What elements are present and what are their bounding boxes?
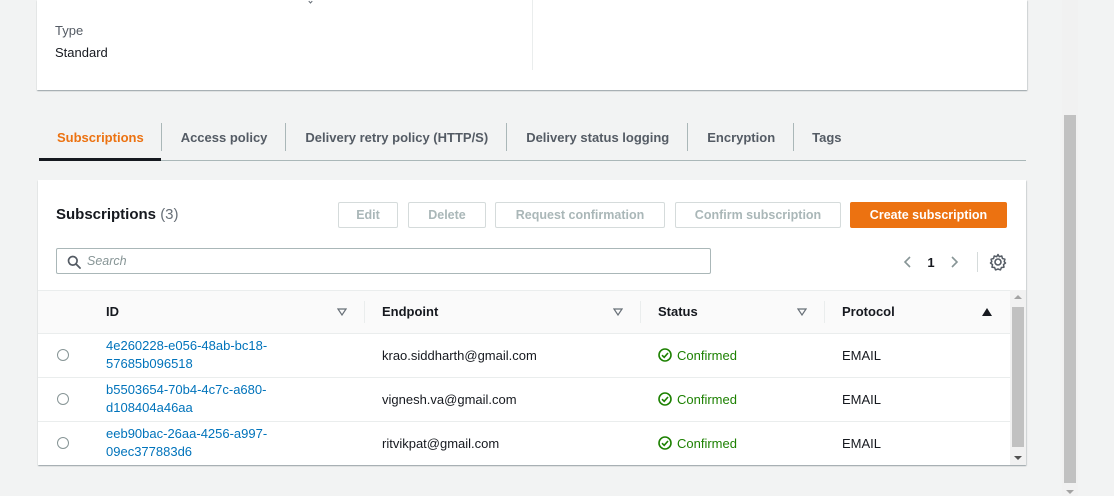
tab-label: Encryption bbox=[707, 129, 776, 145]
type-label: Type bbox=[55, 23, 84, 38]
pagination: 1 bbox=[896, 250, 966, 274]
tab-tags[interactable]: Tags bbox=[794, 114, 859, 160]
table-scrollbar[interactable] bbox=[1010, 290, 1026, 465]
delete-button[interactable]: Delete bbox=[408, 202, 486, 228]
row-select-radio[interactable] bbox=[57, 392, 69, 405]
scroll-up-arrow[interactable] bbox=[1014, 295, 1022, 299]
topic-details-card: Type Standard bbox=[37, 0, 1027, 90]
select-column-header bbox=[38, 291, 89, 334]
subscriptions-table-container: ID Endpoint Status Protocol 4e260228-e05… bbox=[38, 290, 1026, 465]
column-label: ID bbox=[106, 304, 119, 320]
request-confirmation-button[interactable]: Request confirmation bbox=[495, 202, 665, 228]
page-scrollbar[interactable] bbox=[1062, 0, 1078, 496]
scroll-down-arrow[interactable] bbox=[1014, 456, 1022, 460]
scrollbar-thumb[interactable] bbox=[1064, 115, 1076, 483]
column-label: Status bbox=[658, 304, 698, 320]
truncated-content-mark bbox=[308, 0, 313, 4]
endpoint-cell: ritvikpat@gmail.com bbox=[382, 435, 500, 451]
id-part: 09ec377883d6 bbox=[106, 444, 193, 460]
table-header-row: ID Endpoint Status Protocol bbox=[38, 291, 1010, 334]
search-box bbox=[56, 248, 711, 274]
chevron-right-icon bbox=[951, 256, 959, 268]
sort-down-icon bbox=[797, 308, 807, 316]
protocol-cell: EMAIL bbox=[842, 435, 882, 451]
table-row[interactable]: b5503654-70b4-4c7c-a680- d108404a46aa vi… bbox=[38, 377, 1010, 422]
tab-label: Tags bbox=[812, 129, 842, 145]
table-row[interactable]: 4e260228-e056-48ab-bc18- 57685b096518 kr… bbox=[38, 333, 1010, 378]
id-part: 57685b096518 bbox=[106, 356, 193, 371]
subscription-count: (3) bbox=[160, 206, 179, 223]
endpoint-cell: vignesh.va@gmail.com bbox=[365, 377, 641, 422]
check-circle-icon bbox=[658, 348, 672, 362]
edit-button[interactable]: Edit bbox=[338, 202, 398, 228]
status-text: Confirmed bbox=[677, 435, 737, 451]
page-number[interactable]: 1 bbox=[920, 255, 942, 270]
sort-down-icon bbox=[613, 308, 623, 316]
tab-label: Delivery retry policy (HTTP/S) bbox=[305, 129, 489, 145]
sort-up-icon bbox=[982, 307, 992, 316]
column-label: Endpoint bbox=[382, 304, 439, 320]
topic-tabs: Subscriptions Access policy Delivery ret… bbox=[39, 114, 1026, 161]
search-icon bbox=[67, 255, 81, 269]
create-subscription-button[interactable]: Create subscription bbox=[850, 202, 1007, 228]
status-cell: Confirmed bbox=[641, 377, 825, 422]
subscriptions-table: ID Endpoint Status Protocol 4e260228-e05… bbox=[38, 291, 1010, 465]
row-select-radio[interactable] bbox=[57, 348, 69, 361]
subscriptions-panel: Subscriptions (3) Edit Delete Request co… bbox=[38, 180, 1026, 465]
tab-label: Access policy bbox=[180, 129, 268, 145]
panel-title-text: Subscriptions bbox=[56, 206, 157, 223]
id-part: 4e260228-e056-48ab-bc18- bbox=[106, 338, 268, 353]
settings-icon[interactable] bbox=[988, 252, 1008, 272]
tab-subscriptions[interactable]: Subscriptions bbox=[39, 114, 161, 161]
tab-label: Delivery status logging bbox=[526, 129, 670, 145]
check-circle-icon bbox=[658, 392, 672, 406]
confirm-subscription-button[interactable]: Confirm subscription bbox=[675, 202, 841, 228]
protocol-cell: EMAIL bbox=[825, 377, 1010, 422]
sort-down-icon bbox=[337, 308, 347, 316]
subscription-id-link[interactable]: b5503654-70b4-4c7c-a680- d108404a46aa bbox=[106, 381, 365, 417]
id-part: eeb90bac-26aa-4256-a997- bbox=[106, 426, 268, 442]
column-header-id[interactable]: ID bbox=[89, 291, 365, 334]
status-cell: Confirmed bbox=[641, 421, 825, 465]
status-cell: Confirmed bbox=[641, 333, 825, 378]
column-header-protocol[interactable]: Protocol bbox=[825, 291, 1010, 334]
table-row[interactable]: eeb90bac-26aa-4256-a997- 09ec377883d6 ri… bbox=[38, 421, 1010, 465]
id-part: d108404a46aa bbox=[106, 400, 193, 415]
tab-access-policy[interactable]: Access policy bbox=[162, 114, 286, 160]
status-text: Confirmed bbox=[677, 391, 737, 407]
protocol-cell: EMAIL bbox=[825, 333, 1010, 378]
column-header-endpoint[interactable]: Endpoint bbox=[365, 291, 641, 334]
column-header-status[interactable]: Status bbox=[641, 291, 825, 334]
pager-divider bbox=[977, 252, 978, 272]
status-text: Confirmed bbox=[677, 347, 737, 363]
tab-delivery-retry-policy[interactable]: Delivery retry policy (HTTP/S) bbox=[286, 114, 506, 160]
panel-title: Subscriptions (3) bbox=[56, 206, 179, 223]
type-value: Standard bbox=[55, 45, 108, 60]
endpoint-cell: krao.siddharth@gmail.com bbox=[365, 333, 641, 378]
column-divider bbox=[532, 0, 533, 70]
tab-label: Subscriptions bbox=[57, 129, 144, 145]
tab-delivery-status-logging[interactable]: Delivery status logging bbox=[507, 114, 687, 160]
id-part: b5503654-70b4-4c7c-a680- bbox=[106, 382, 267, 397]
scrollbar-thumb[interactable] bbox=[1012, 307, 1024, 447]
scroll-down-arrow[interactable] bbox=[1066, 490, 1074, 494]
column-label: Protocol bbox=[842, 304, 895, 320]
check-circle-icon bbox=[658, 436, 672, 451]
search-input[interactable] bbox=[87, 251, 702, 271]
tab-encryption[interactable]: Encryption bbox=[688, 114, 793, 160]
next-page-button[interactable] bbox=[942, 250, 966, 274]
previous-page-button[interactable] bbox=[896, 250, 920, 274]
row-select-radio[interactable] bbox=[57, 436, 69, 449]
chevron-left-icon bbox=[903, 256, 911, 268]
subscription-id-link[interactable]: eeb90bac-26aa-4256-a997- 09ec377883d6 bbox=[106, 425, 365, 461]
subscription-id-link[interactable]: 4e260228-e056-48ab-bc18- 57685b096518 bbox=[106, 337, 365, 373]
